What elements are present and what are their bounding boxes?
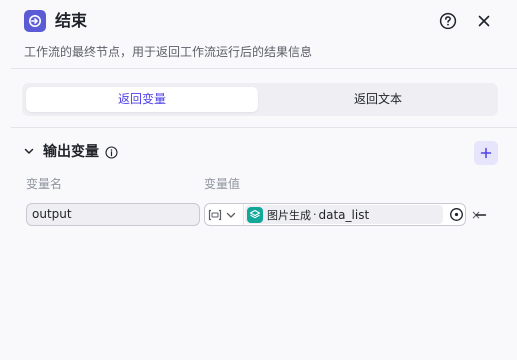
section-collapse-toggle[interactable]	[22, 144, 36, 158]
variable-name-input[interactable]: output	[26, 203, 200, 226]
array-type-icon	[208, 209, 222, 220]
target-icon	[449, 207, 463, 221]
value-field-divider	[243, 204, 244, 225]
page-title: 结束	[55, 11, 88, 30]
close-icon	[478, 15, 490, 27]
remove-variable-button[interactable]	[474, 208, 488, 222]
variable-value-field: 图片生成 · data_list ×	[204, 203, 481, 226]
info-icon[interactable]	[104, 145, 118, 159]
exit-icon	[24, 10, 46, 32]
question-circle-icon	[439, 12, 457, 30]
tabs-divider	[11, 127, 517, 128]
chevron-down-icon	[24, 148, 34, 154]
end-node-panel: 结束 工作流的最终节点，用于返回工作流运行后的结果信息 返回变量 返回文本 输出…	[0, 0, 517, 360]
return-mode-tabs: 返回变量 返回文本	[22, 83, 498, 116]
add-variable-button[interactable]	[474, 141, 498, 165]
column-label-name: 变量名	[26, 177, 63, 191]
value-type-select[interactable]	[205, 204, 242, 225]
reference-node-name: 图片生成	[267, 208, 311, 222]
close-button[interactable]	[475, 12, 493, 30]
tab-return-variables[interactable]: 返回变量	[26, 87, 258, 112]
column-label-value: 变量值	[204, 177, 241, 191]
help-button[interactable]	[439, 12, 457, 30]
plus-icon	[480, 147, 492, 159]
variable-reference-tag[interactable]: 图片生成 · data_list ×	[245, 205, 481, 224]
reference-variable-name: data_list	[318, 207, 370, 222]
chevron-down-icon	[226, 212, 236, 218]
header-divider	[11, 68, 517, 69]
panel-header: 结束 工作流的最终节点，用于返回工作流运行后的结果信息 返回变量 返回文本	[0, 0, 517, 128]
node-description: 工作流的最终节点，用于返回工作流运行后的结果信息	[24, 45, 313, 59]
variable-picker-button[interactable]	[448, 206, 464, 222]
layers-icon	[247, 206, 263, 223]
minus-icon	[475, 214, 487, 216]
output-variables-title: 输出变量	[43, 144, 99, 160]
tab-return-text[interactable]: 返回文本	[262, 87, 494, 112]
reference-separator: ·	[313, 208, 317, 221]
